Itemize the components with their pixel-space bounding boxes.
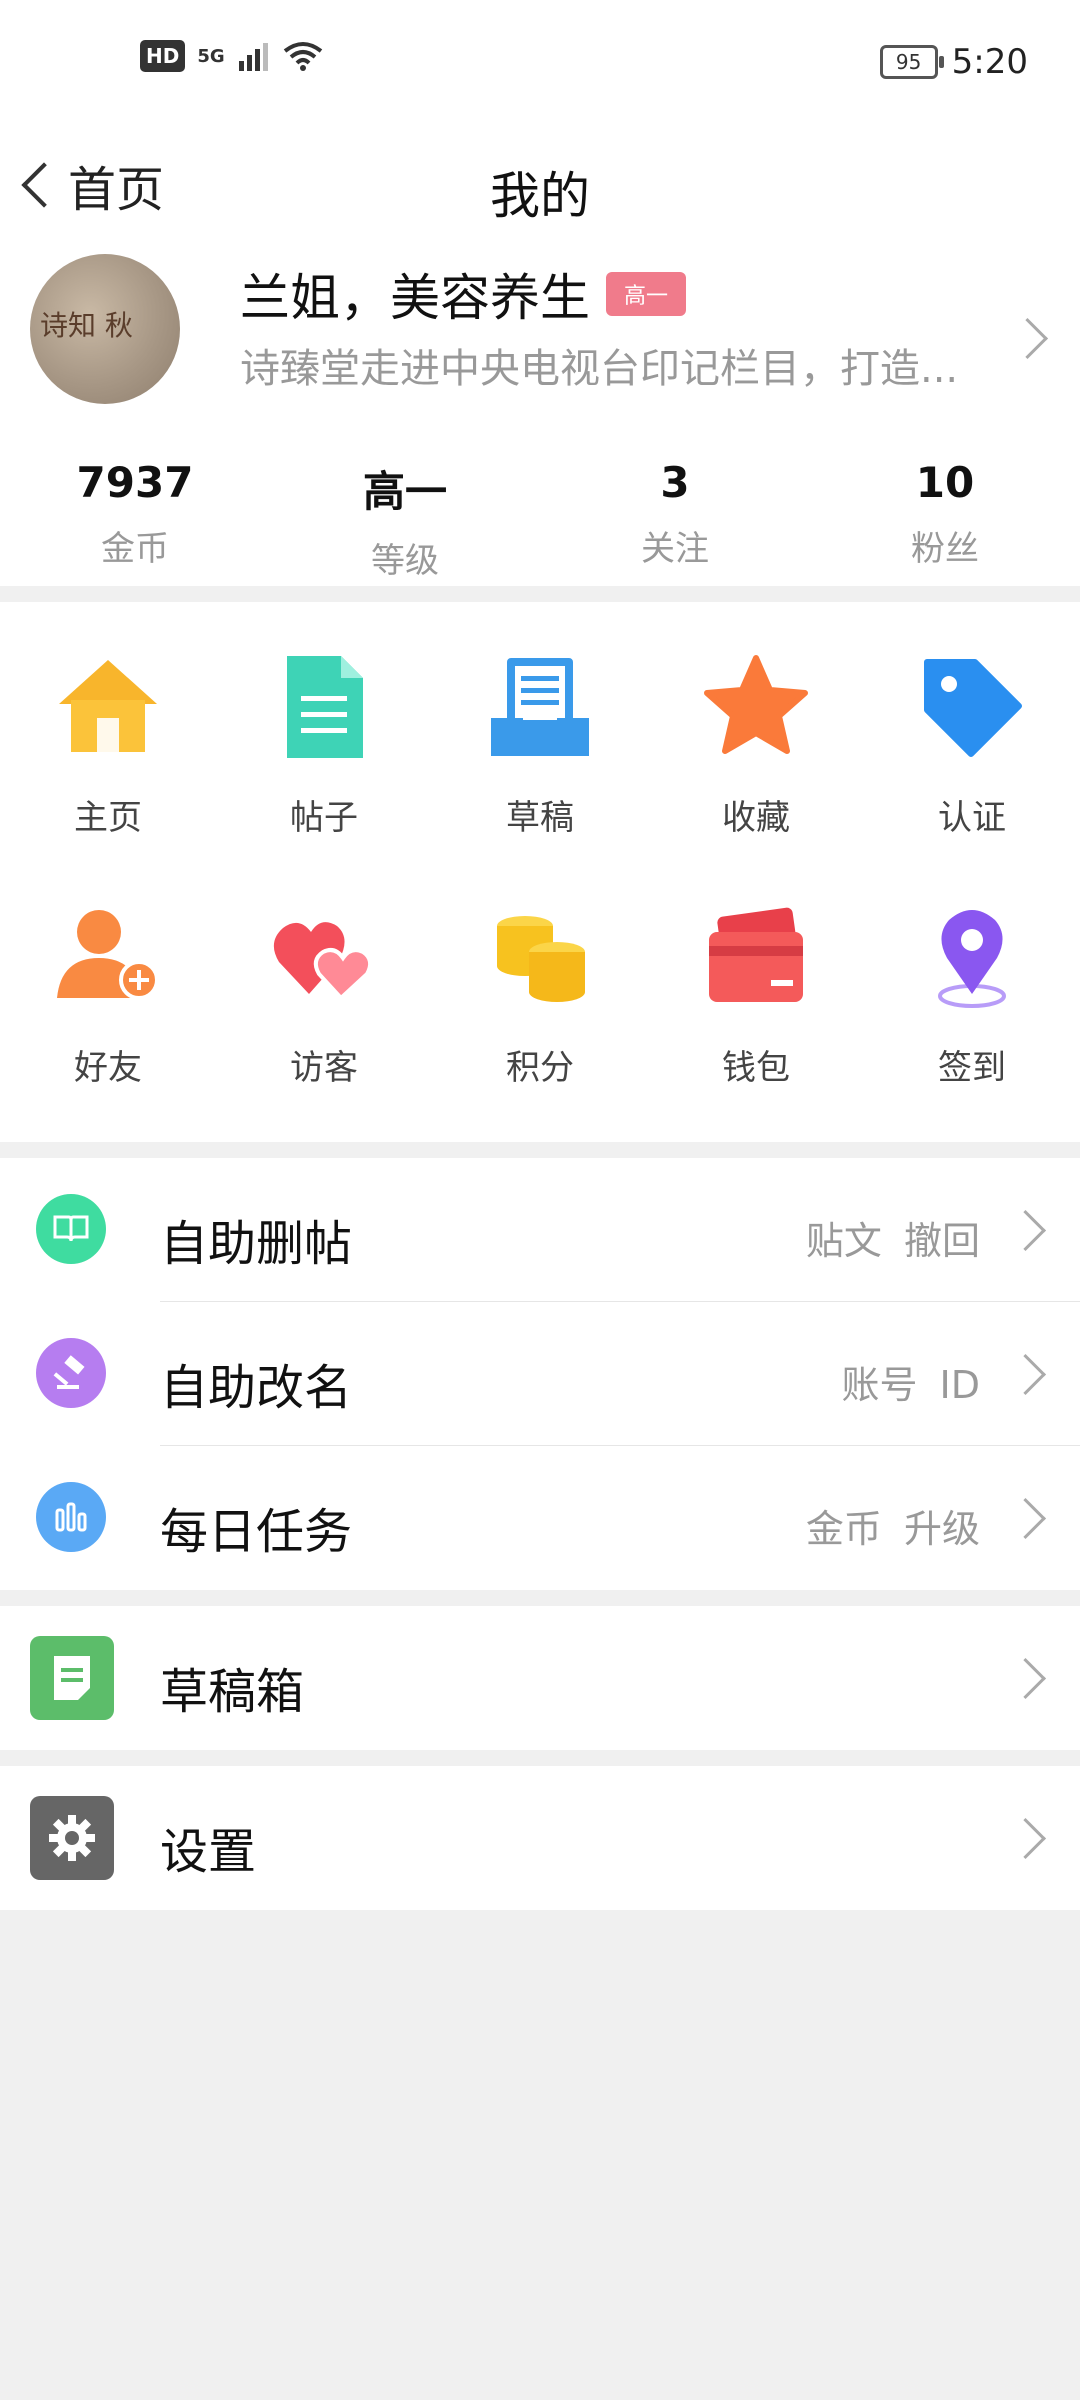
page-title: 我的 (490, 167, 590, 225)
stat-fans[interactable]: 10 粉丝 (810, 436, 1080, 586)
grid-label: 钱包 (722, 1048, 790, 1088)
book-icon (36, 1194, 106, 1264)
grid-item-visitors[interactable]: 访客 (216, 882, 432, 1132)
row-hint: 金币 升级 (805, 1507, 980, 1551)
draft-tray-icon (491, 658, 589, 756)
gear-icon (30, 1796, 114, 1880)
stat-label: 等级 (371, 541, 439, 581)
empty-area (0, 1910, 1080, 2356)
avatar[interactable]: 诗知 秋 (30, 254, 180, 404)
grid-item-friends[interactable]: 好友 (0, 882, 216, 1132)
chevron-right-icon (1006, 317, 1049, 360)
grid-label: 帖子 (290, 798, 358, 838)
grid-item-drafts[interactable]: 草稿 (432, 632, 648, 882)
status-bar: HD 5G 95 5:20 (0, 0, 1080, 126)
stat-value: 10 (915, 458, 975, 507)
grid-item-points[interactable]: 积分 (432, 882, 648, 1132)
grid-item-favorites[interactable]: 收藏 (648, 632, 864, 882)
row-hint: 贴文 撤回 (805, 1219, 980, 1263)
add-friend-icon (57, 910, 159, 1000)
coins-icon (497, 916, 585, 1002)
stats-bar: 7937 金币 高一 等级 3 关注 10 粉丝 (0, 436, 1080, 586)
avatar-image-text: 诗知 秋 (40, 309, 133, 342)
clock: 5:20 (951, 42, 1028, 82)
list-item-draft-box[interactable]: 草稿箱 (0, 1606, 1080, 1750)
location-pin-icon (938, 910, 1006, 1008)
list-item-self-rename[interactable]: 自助改名 账号 ID (0, 1302, 1080, 1446)
grid-item-wallet[interactable]: 钱包 (648, 882, 864, 1132)
chevron-right-icon (1004, 1657, 1047, 1700)
feature-grid: 主页 帖子 草稿 收藏 认证 好友 访客 积分 钱包 签到 (0, 602, 1080, 1142)
grid-label: 主页 (74, 798, 142, 838)
section-divider (0, 1590, 1080, 1606)
grid-label: 收藏 (722, 798, 790, 838)
stat-value: 7937 (76, 458, 194, 507)
grid-item-verify[interactable]: 认证 (864, 632, 1080, 882)
stat-value: 3 (660, 458, 690, 507)
network-type: 5G (197, 45, 225, 67)
grid-item-home[interactable]: 主页 (0, 632, 216, 882)
row-title: 每日任务 (160, 1504, 353, 1560)
list-item-settings[interactable]: 设置 (0, 1766, 1080, 1910)
wallet-card-icon (709, 907, 803, 1002)
profile-card[interactable]: 诗知 秋 兰姐，美容养生 高一 诗臻堂走进中央电视台印记栏目，打造... (0, 236, 1080, 436)
stat-level[interactable]: 高一 等级 (270, 436, 540, 586)
row-title: 设置 (160, 1824, 257, 1880)
chevron-right-icon (1004, 1817, 1047, 1860)
list-item-daily-tasks[interactable]: 每日任务 金币 升级 (0, 1446, 1080, 1590)
section-divider (0, 1142, 1080, 1158)
grid-label: 访客 (290, 1048, 358, 1088)
hd-indicator: HD (140, 40, 186, 72)
row-title: 自助删帖 (160, 1216, 353, 1272)
grid-label: 签到 (938, 1048, 1006, 1088)
user-description: 诗臻堂走进中央电视台印记栏目，打造... (240, 346, 959, 392)
stat-label: 金币 (101, 529, 169, 569)
stat-label: 粉丝 (911, 529, 979, 569)
wifi-icon (283, 42, 322, 71)
row-title: 草稿箱 (160, 1664, 305, 1720)
user-name: 兰姐，美容养生 (240, 269, 590, 327)
grid-label: 草稿 (506, 798, 574, 838)
list-item-self-delete[interactable]: 自助删帖 贴文 撤回 (0, 1158, 1080, 1302)
grid-label: 积分 (506, 1048, 574, 1088)
tag-icon (924, 659, 1022, 757)
chevron-right-icon (1004, 1497, 1047, 1540)
stat-following[interactable]: 3 关注 (540, 436, 810, 586)
gavel-icon (36, 1338, 106, 1408)
nav-bar: 首页 我的 (0, 126, 1080, 236)
signal-icon (238, 43, 268, 71)
level-badge: 高一 (606, 272, 687, 316)
row-title: 自助改名 (160, 1360, 353, 1416)
section-divider (0, 1750, 1080, 1766)
home-icon (59, 660, 157, 752)
bar-chart-icon (36, 1482, 106, 1552)
chevron-right-icon (1004, 1353, 1047, 1396)
draft-box-icon (30, 1636, 114, 1720)
stat-value: 高一 (362, 467, 447, 516)
grid-label: 认证 (938, 798, 1006, 838)
grid-label: 好友 (74, 1048, 142, 1088)
grid-item-checkin[interactable]: 签到 (864, 882, 1080, 1132)
section-divider (0, 586, 1080, 602)
grid-item-posts[interactable]: 帖子 (216, 632, 432, 882)
battery-indicator: 95 (879, 45, 944, 79)
row-hint: 账号 ID (841, 1363, 980, 1407)
chevron-right-icon (1004, 1209, 1047, 1252)
star-icon (704, 655, 808, 754)
stat-coins[interactable]: 7937 金币 (0, 436, 270, 586)
document-icon (287, 656, 363, 758)
hearts-icon (273, 922, 373, 1001)
stat-label: 关注 (641, 529, 709, 569)
